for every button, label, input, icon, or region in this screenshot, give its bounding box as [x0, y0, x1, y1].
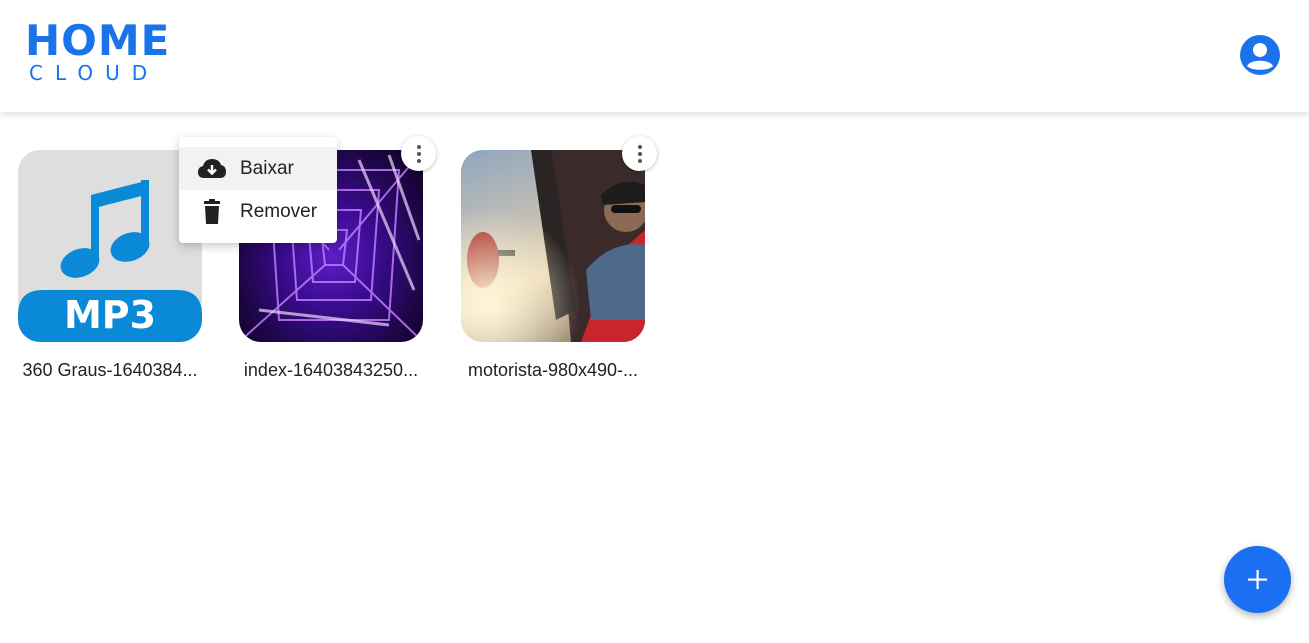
menu-item-label: Baixar [240, 157, 294, 179]
file-thumbnail-image[interactable] [461, 150, 645, 342]
app-logo[interactable]: HOME CLOUD [25, 16, 185, 85]
app-header: HOME CLOUD [0, 0, 1309, 112]
logo-cloud-text: CLOUD [29, 61, 160, 85]
trash-icon [204, 199, 220, 224]
plus-icon [1248, 570, 1267, 589]
menu-item-download[interactable]: Baixar [179, 147, 337, 190]
file-name: 360 Graus-1640384... [22, 360, 198, 380]
menu-item-remove[interactable]: Remover [179, 190, 337, 233]
file-thumbnail-mp3[interactable]: MP3 [18, 150, 202, 342]
add-file-button[interactable] [1224, 546, 1291, 613]
cloud-download-icon [198, 159, 226, 178]
menu-item-label: Remover [240, 200, 318, 222]
logo-home-text: HOME [25, 16, 171, 65]
more-options-button[interactable] [622, 136, 657, 171]
mp3-badge-text: MP3 [63, 293, 157, 337]
more-options-button[interactable] [401, 136, 436, 171]
file-name: motorista-980x490-... [467, 360, 639, 380]
truck-driver-photo [461, 150, 645, 342]
file-context-menu: Baixar Remover [179, 137, 337, 243]
account-circle-icon[interactable] [1239, 34, 1281, 76]
file-name: index-16403843250... [243, 360, 419, 380]
